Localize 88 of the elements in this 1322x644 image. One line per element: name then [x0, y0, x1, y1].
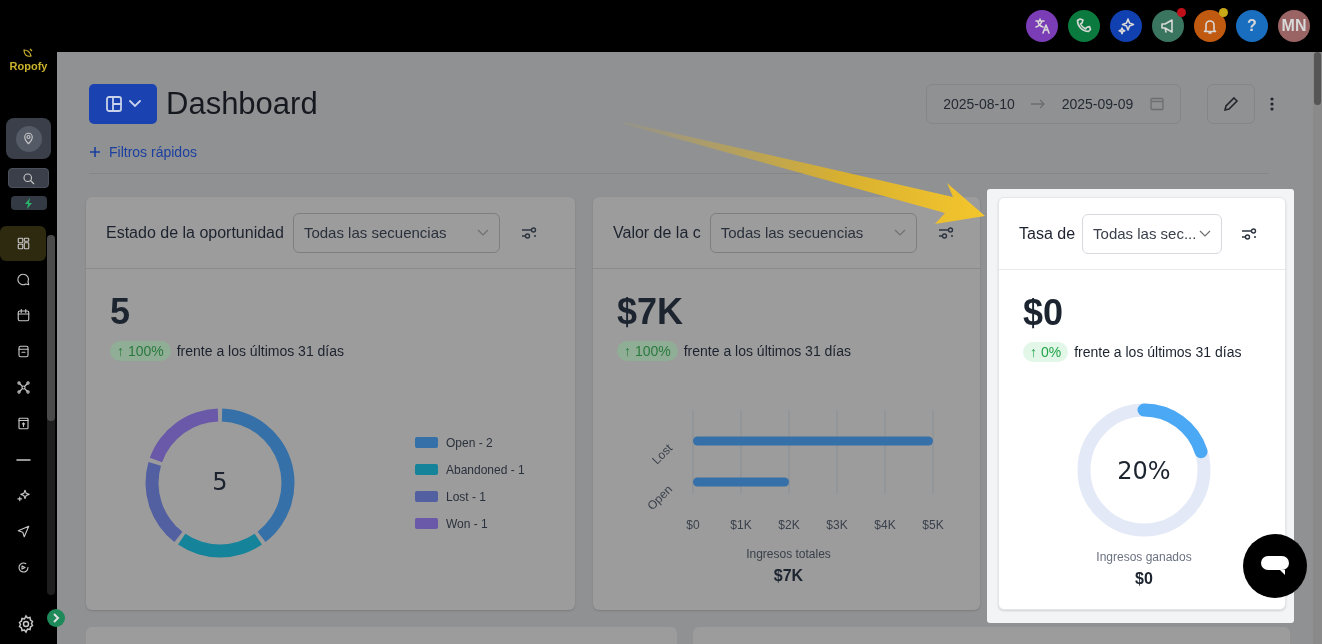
sparkles-icon [1116, 16, 1136, 36]
card-title: Estado de la oportunidad [106, 223, 284, 242]
pencil-icon [1223, 96, 1239, 112]
axis-tick-label: $4K [874, 518, 896, 532]
toolbar-icon-button[interactable] [1110, 10, 1142, 42]
axis-tick-label: $0 [686, 518, 700, 532]
change-badge: ↑ 0% [1023, 342, 1069, 362]
page-title: Dashboard [166, 86, 319, 122]
map-pin-icon [21, 131, 36, 146]
chevron-down-icon [129, 100, 141, 108]
lightning-icon [23, 197, 34, 209]
sparkles-icon [15, 488, 31, 503]
send-icon [15, 524, 31, 539]
brand-logo[interactable]: Ropofy [9, 48, 48, 72]
quick-filters-link[interactable]: Filtros rápidos [89, 141, 197, 163]
legend-swatch [415, 437, 438, 448]
sliders-icon [937, 226, 954, 239]
change-badge: ↑ 100% [617, 341, 678, 361]
card-title: Valor de la c [613, 223, 701, 242]
change-badge: ↑ 100% [110, 341, 171, 361]
legend-label: Lost - 1 [446, 489, 487, 504]
edit-button[interactable] [1207, 84, 1255, 124]
expand-sidebar-button[interactable] [47, 609, 65, 627]
sliders-icon [1241, 227, 1258, 240]
dashboard-icon [15, 236, 31, 251]
metric-value: $7K [617, 291, 685, 333]
search-icon [21, 170, 36, 186]
progress-reading: 20% [1117, 457, 1171, 485]
revenue-value: $0 [1135, 570, 1153, 588]
legend-swatch [415, 464, 438, 475]
axis-tick-label: $3K [826, 518, 848, 532]
location-button[interactable] [6, 118, 51, 159]
toolbar-icon-button[interactable] [1194, 10, 1226, 42]
sequence-dropdown[interactable]: Todas las secuencias [709, 212, 917, 253]
sidebar-nav-item[interactable] [0, 226, 46, 261]
filter-settings-button[interactable] [1241, 227, 1258, 240]
legend-swatch [415, 491, 438, 502]
more-options-button[interactable] [1270, 96, 1274, 112]
quick-action-button[interactable] [10, 196, 47, 210]
plus-icon [89, 146, 101, 158]
legend-swatch [415, 518, 438, 529]
sequence-dropdown[interactable]: Todas las secuencias [292, 212, 500, 253]
search-button[interactable] [8, 168, 49, 188]
metric-value: $0 [1023, 292, 1065, 334]
axis-tick-label: $1K [730, 518, 752, 532]
axis-tick-label: $2K [778, 518, 800, 532]
legend-label: Open - 2 [446, 435, 493, 450]
total-value: $7K [773, 567, 804, 585]
arrow-right-icon [1031, 99, 1046, 109]
kebab-icon [1270, 96, 1274, 112]
sliders-icon [520, 226, 537, 239]
legend-label: Abandoned - 1 [446, 462, 525, 477]
chevron-down-icon [476, 228, 489, 237]
invoice-icon [15, 416, 31, 431]
total-label: Ingresos totales [746, 547, 831, 561]
minus-icon [15, 458, 31, 461]
contact-book-icon [15, 344, 31, 359]
user-avatar[interactable]: MN [1278, 10, 1310, 42]
layout-icon [105, 95, 123, 113]
legend-label: Won - 1 [446, 516, 488, 531]
comparison-text: frente a los últimos 31 días [683, 343, 851, 359]
sidebar-scrollbar[interactable] [47, 235, 55, 595]
calendar-icon [15, 308, 31, 323]
date-range-field[interactable]: 2025-08-10 2025-09-09 [926, 84, 1181, 124]
toolbar-icon-button[interactable] [1026, 10, 1058, 42]
layout-menu-button[interactable] [89, 84, 157, 124]
card-title: Tasa de [1019, 224, 1076, 243]
settings-icon [16, 614, 36, 634]
network-icon [15, 380, 31, 395]
metric-value: 5 [110, 291, 132, 333]
page-scrollbar[interactable] [1313, 52, 1322, 644]
help-button[interactable]: ? [1236, 10, 1268, 42]
toolbar-icon-button[interactable] [1068, 10, 1100, 42]
comparison-text: frente a los últimos 31 días [176, 343, 344, 359]
donut-center-value: 5 [211, 468, 229, 496]
axis-tick-label: $5K [922, 518, 944, 532]
comparison-text: frente a los últimos 31 días [1074, 344, 1242, 360]
settings-button[interactable] [16, 614, 36, 634]
chevron-right-icon [51, 613, 61, 623]
axis-category-label: Lost [649, 441, 676, 468]
chevron-down-icon [893, 228, 906, 237]
chevron-down-icon [1199, 229, 1212, 238]
sequence-dropdown[interactable]: Todas las sec... [1082, 213, 1223, 254]
chat-icon [15, 272, 31, 287]
translate-icon [1032, 16, 1052, 36]
calendar-icon [1149, 97, 1164, 111]
revenue-label: Ingresos ganados [1096, 550, 1192, 564]
toolbar-icon-button[interactable] [1152, 10, 1184, 42]
